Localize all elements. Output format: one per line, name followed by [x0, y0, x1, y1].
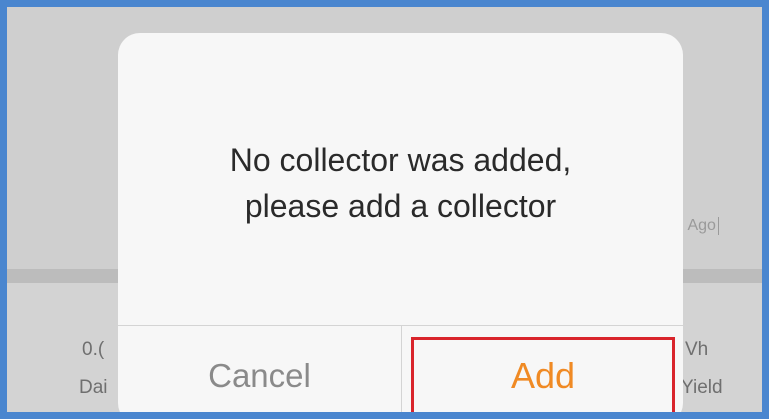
background-daily-value: 0.( [82, 339, 105, 360]
screenshot-frame: h Ago 0.( Dai Vh Yield No collector was … [0, 0, 769, 419]
add-button[interactable]: Add [411, 337, 675, 412]
dialog-message-line-1: No collector was added, [229, 142, 572, 178]
dialog-button-separator [401, 326, 402, 412]
dialog-message-line-2: please add a collector [244, 188, 557, 224]
alert-dialog: No collector was added, please add a col… [118, 33, 683, 412]
background-yield-label: Yield [681, 377, 723, 398]
background-yield-value: Vh [685, 339, 709, 360]
background-daily-label: Dai [79, 377, 108, 398]
dialog-message: No collector was added, please add a col… [118, 137, 683, 229]
cancel-button[interactable]: Cancel [118, 326, 401, 412]
